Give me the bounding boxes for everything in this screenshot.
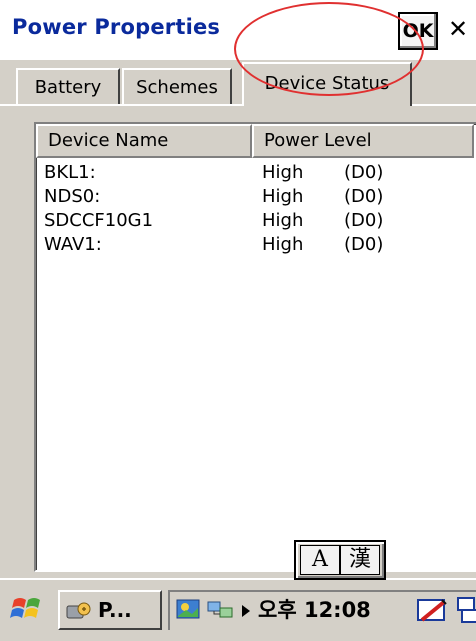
- power-level: High: [262, 234, 304, 255]
- power-properties-icon: [66, 602, 91, 619]
- power-state: (D0): [344, 210, 384, 231]
- taskbar: P... 오후 12:08: [0, 578, 476, 641]
- desktop-icon[interactable]: [176, 598, 202, 622]
- power-state: (D0): [344, 162, 384, 183]
- device-name: SDCCF10G1: [44, 210, 154, 231]
- device-name: NDS0:: [44, 186, 101, 207]
- tab-battery[interactable]: Battery: [16, 68, 120, 104]
- input-panel-icon[interactable]: [416, 596, 450, 626]
- system-tray: 오후 12:08: [168, 590, 476, 630]
- power-state: (D0): [344, 186, 384, 207]
- list-item[interactable]: NDS0: High (D0): [36, 186, 476, 210]
- taskbar-button-label: P...: [98, 598, 132, 622]
- tab-strip: Battery Schemes Device Status: [0, 60, 476, 106]
- list-item[interactable]: BKL1: High (D0): [36, 162, 476, 186]
- column-header-power-level[interactable]: Power Level: [252, 124, 474, 158]
- list-header: Device Name Power Level: [36, 124, 476, 158]
- power-state: (D0): [344, 234, 384, 255]
- tab-schemes[interactable]: Schemes: [122, 68, 232, 104]
- title-bar: Power Properties OK ✕: [0, 0, 476, 62]
- windows-start-icon[interactable]: [10, 594, 44, 624]
- network-icon[interactable]: [206, 598, 236, 622]
- tab-device-status[interactable]: Device Status: [242, 62, 412, 106]
- screens-icon[interactable]: [456, 596, 476, 626]
- ok-button[interactable]: OK: [398, 12, 438, 50]
- power-level: High: [262, 210, 304, 231]
- list-rows: BKL1: High (D0) NDS0: High (D0) SDCCF10G…: [36, 162, 476, 258]
- power-level: High: [262, 186, 304, 207]
- taskbar-clock[interactable]: 오후 12:08: [258, 594, 371, 624]
- input-method-indicator[interactable]: A 漢: [294, 540, 386, 580]
- column-header-device-name[interactable]: Device Name: [36, 124, 252, 158]
- device-name: BKL1:: [44, 162, 96, 183]
- list-item[interactable]: SDCCF10G1 High (D0): [36, 210, 476, 234]
- ime-latin-mode[interactable]: A: [300, 545, 340, 575]
- taskbar-button-power-properties[interactable]: P...: [58, 590, 162, 630]
- device-name: WAV1:: [44, 234, 102, 255]
- device-list[interactable]: Device Name Power Level BKL1: High (D0) …: [34, 122, 476, 572]
- tab-content-panel: Device Name Power Level BKL1: High (D0) …: [0, 104, 476, 580]
- close-button[interactable]: ✕: [440, 12, 476, 46]
- ime-hanja-mode[interactable]: 漢: [340, 545, 380, 575]
- list-item[interactable]: WAV1: High (D0): [36, 234, 476, 258]
- window-title: Power Properties: [12, 15, 221, 39]
- tray-arrow-icon[interactable]: [240, 604, 252, 618]
- power-level: High: [262, 162, 304, 183]
